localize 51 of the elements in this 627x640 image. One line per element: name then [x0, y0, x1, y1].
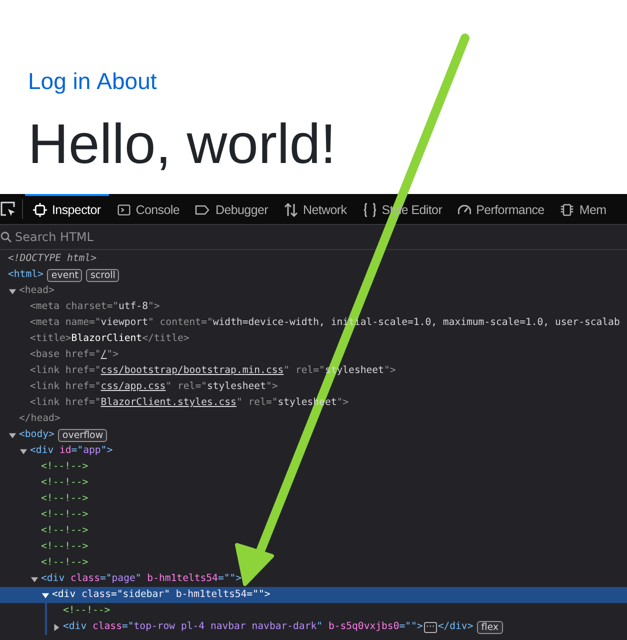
markup-line[interactable]: <head>: [19, 283, 54, 299]
markup-line[interactable]: <div id="app">: [30, 443, 113, 459]
debugger-icon: [195, 205, 210, 215]
markup-line[interactable]: <html>: [8, 267, 44, 283]
markup-line[interactable]: <!--!-->: [41, 555, 88, 571]
expand-triangle-icon[interactable]: [30, 574, 39, 584]
node-badge[interactable]: flex: [477, 620, 503, 634]
markup-line[interactable]: </div>: [438, 619, 474, 635]
expand-triangle-icon[interactable]: [8, 286, 17, 296]
markup-line[interactable]: <!--!-->: [41, 475, 88, 491]
nav-link[interactable]: About: [96, 64, 157, 98]
markup-line[interactable]: <base href="/">: [30, 347, 118, 363]
markup-line[interactable]: <title>BlazorClient</title>: [30, 331, 190, 347]
devtools-tab[interactable]: Inspector: [25, 194, 109, 224]
devtools-tab[interactable]: Network: [276, 194, 355, 224]
expand-more-button[interactable]: ⋯: [424, 622, 437, 632]
markup-line[interactable]: <body>: [19, 427, 54, 443]
markup-line[interactable]: <!--!-->: [63, 603, 110, 619]
devtools-tab[interactable]: Debugger: [187, 194, 276, 224]
expand-triangle-icon[interactable]: [41, 590, 50, 600]
node-badge[interactable]: overflow: [58, 428, 108, 442]
nav-link[interactable]: Log in: [28, 64, 91, 98]
search-field[interactable]: Search HTML: [15, 230, 215, 244]
expand-triangle-icon[interactable]: [19, 446, 28, 456]
markup-line[interactable]: <!--!-->: [41, 507, 88, 523]
devtools-tab[interactable]: Mem: [552, 194, 614, 224]
markup-line[interactable]: <!--!-->: [41, 459, 88, 475]
expand-triangle-icon[interactable]: [8, 430, 17, 440]
devtools-tab[interactable]: Console: [108, 194, 188, 224]
markup-line[interactable]: <!--!-->: [41, 491, 88, 507]
page-heading: Hello, world!: [28, 112, 338, 176]
markup-line[interactable]: <!--!-->: [41, 523, 88, 539]
network-icon: [284, 203, 298, 217]
markup-line[interactable]: <!--!-->: [41, 539, 88, 555]
memory-icon: [560, 203, 574, 217]
markup-line[interactable]: <div class="top-row pl-4 navbar navbar-dark" b-s5q0vxjbs0="">: [63, 619, 423, 635]
markup-line[interactable]: </head>: [19, 411, 60, 427]
search-icon: [0, 231, 12, 243]
expand-triangle-icon[interactable]: [52, 622, 61, 632]
element-picker-icon[interactable]: [0, 201, 16, 217]
markup-line[interactable]: <link href="css/app.css" rel="stylesheet">: [30, 379, 278, 395]
node-badge[interactable]: scroll: [86, 268, 120, 282]
markup-line[interactable]: <meta charset="utf-8">: [30, 299, 160, 315]
style-icon: [362, 203, 377, 217]
performance-icon: [458, 205, 472, 215]
console-icon: [116, 203, 131, 217]
inspector-icon: [33, 203, 47, 217]
node-badge[interactable]: event: [47, 268, 82, 282]
devtools-tab[interactable]: Performance: [450, 194, 552, 224]
markup-line[interactable]: <div class="page" b-hm1telts54="">: [41, 571, 242, 587]
markup-line[interactable]: <!DOCTYPE html>: [8, 251, 96, 267]
